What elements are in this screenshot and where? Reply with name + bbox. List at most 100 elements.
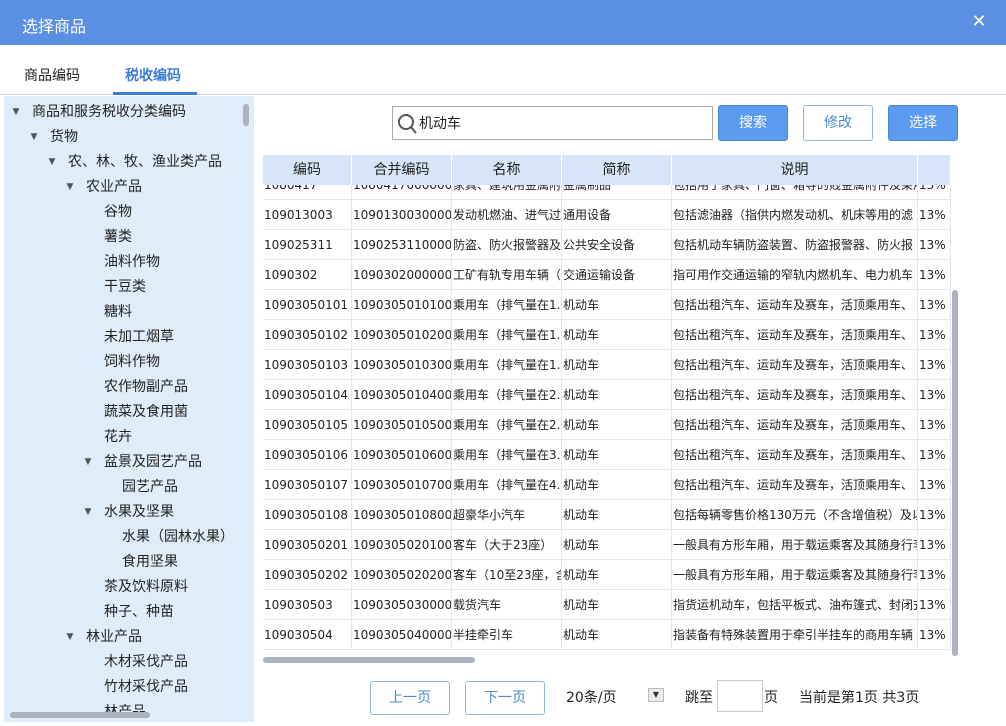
table-row[interactable]: 10903050202 10903050202000 客车（10至23座，含 机动车一…: [263, 560, 951, 590]
table-row[interactable]: 109030503 10903050300000 载货汽车 机动车 指货运机动车，包括平…: [263, 590, 951, 620]
next-page-button[interactable]: 下一页: [465, 681, 545, 715]
search-input[interactable]: [419, 111, 699, 135]
search-box: [392, 106, 713, 140]
table-row[interactable]: 10903050103 10903050103000 乘用车（排气量在1. 机动车 包括…: [263, 350, 951, 380]
chevron-down-icon[interactable]: ▼: [648, 688, 664, 702]
modify-button[interactable]: 修改: [803, 105, 873, 141]
table-row[interactable]: 10903050105 10903050105000 乘用车（排气量在2. 机动车 包括…: [263, 410, 951, 440]
cell-code: 1090302: [263, 260, 352, 290]
column-header-merged-code[interactable]: 合并编码: [352, 155, 452, 185]
cell-short-name: 通用设备: [562, 200, 672, 230]
cell-rate: 13%: [918, 290, 951, 320]
expand-arrow-icon[interactable]: ▼: [64, 625, 76, 650]
cell-name: 超豪华小汽车: [452, 500, 562, 530]
active-tab-indicator: [113, 92, 197, 95]
tree-item[interactable]: 林业产品: [86, 625, 142, 650]
tree-item[interactable]: 未加工烟草: [104, 325, 174, 350]
tree-item[interactable]: 园艺产品: [122, 475, 178, 500]
jump-suffix: 页: [764, 690, 778, 706]
tree-item[interactable]: 盆景及园艺产品: [104, 450, 202, 475]
cell-name: 乘用车（排气量在3.: [452, 440, 562, 470]
cell-code: 109025311: [263, 230, 352, 260]
cell-rate: 13%: [918, 260, 951, 290]
expand-arrow-icon[interactable]: ▼: [46, 150, 58, 175]
page-size-select[interactable]: 20条/页: [566, 687, 617, 707]
tree-item[interactable]: 谷物: [104, 200, 132, 225]
table-vertical-scrollbar[interactable]: [952, 290, 958, 656]
tree-vertical-scrollbar[interactable]: [243, 104, 249, 126]
tree-item[interactable]: 糖料: [104, 300, 132, 325]
table-row[interactable]: 1080417 10804170000000 家具、建筑用金属附 金属制品 包括用于家具…: [263, 185, 951, 200]
column-header-name[interactable]: 名称: [452, 155, 562, 185]
tree-item[interactable]: 蔬菜及食用菌: [104, 400, 188, 425]
tree-horizontal-scrollbar[interactable]: [10, 712, 150, 718]
table-row[interactable]: 10903050106 10903050106000 乘用车（排气量在3. 机动车 包括…: [263, 440, 951, 470]
prev-page-button[interactable]: 上一页: [370, 681, 450, 715]
table-horizontal-scrollbar[interactable]: [263, 657, 475, 663]
jump-page-input[interactable]: [717, 680, 763, 712]
tab-tax-code[interactable]: 税收编码: [125, 65, 181, 85]
tree-item[interactable]: 货物: [50, 125, 78, 150]
column-header-description[interactable]: 说明: [672, 155, 918, 185]
column-header-rate[interactable]: [918, 155, 951, 185]
tree-item[interactable]: 农、林、牧、渔业类产品: [68, 150, 222, 175]
tree-item[interactable]: 商品和服务税收分类编码: [32, 100, 186, 125]
cell-merged-code: 10901300300000: [352, 200, 452, 230]
table-row[interactable]: 1090302 10903020000000 工矿有轨专用车辆（ 交通运输设备 指可用作…: [263, 260, 951, 290]
cell-description: 包括出租汽车、运动车及赛车，活顶乘用车、: [672, 320, 918, 350]
table-row[interactable]: 109013003 10901300300000 发动机燃油、进气过 通用设备 包括滤油…: [263, 200, 951, 230]
cell-merged-code: 10903050108000: [352, 500, 452, 530]
cell-code: 10903050104: [263, 380, 352, 410]
tree-item[interactable]: 油料作物: [104, 250, 160, 275]
tree-item[interactable]: 食用坚果: [122, 550, 178, 575]
tree-item[interactable]: 饲料作物: [104, 350, 160, 375]
search-icon: [398, 114, 417, 134]
tree-item[interactable]: 水果（园林水果）: [122, 525, 234, 550]
cell-description: 包括机动车辆防盗装置、防盗报警器、防火报: [672, 230, 918, 260]
table-row[interactable]: 10903050107 10903050107000 乘用车（排气量在4. 机动车 包括…: [263, 470, 951, 500]
cell-short-name: 机动车: [562, 530, 672, 560]
cell-code: 10903050102: [263, 320, 352, 350]
cell-rate: 13%: [918, 200, 951, 230]
expand-arrow-icon[interactable]: ▼: [82, 450, 94, 475]
tree-item[interactable]: 水果及坚果: [104, 500, 174, 525]
column-header-short-name[interactable]: 简称: [562, 155, 672, 185]
tree-item[interactable]: 种子、种苗: [104, 600, 174, 625]
close-icon[interactable]: ✕: [966, 9, 992, 35]
tree-item[interactable]: 竹材采伐产品: [104, 675, 188, 700]
cell-description: 包括滤油器（指供内燃发动机、机床等用的滤: [672, 200, 918, 230]
expand-arrow-icon[interactable]: ▼: [64, 175, 76, 200]
expand-arrow-icon[interactable]: ▼: [82, 500, 94, 525]
tree-item[interactable]: 木材采伐产品: [104, 650, 188, 675]
cell-merged-code: 10903050300000: [352, 590, 452, 620]
tree-item[interactable]: 林产品: [104, 700, 146, 722]
window-title: 选择商品: [22, 17, 87, 36]
table-row[interactable]: 109030504 10903050400000 半挂牵引车 机动车 指装备有特殊装置用…: [263, 620, 951, 650]
expand-arrow-icon[interactable]: ▼: [28, 125, 40, 150]
cell-rate: 13%: [918, 530, 951, 560]
table-row[interactable]: 10903050101 10903050101000 乘用车（排气量在1. 机动车 包括…: [263, 290, 951, 320]
cell-code: 10903050101: [263, 290, 352, 320]
select-button[interactable]: 选择: [888, 105, 958, 141]
table-row[interactable]: 10903050102 10903050102000 乘用车（排气量在1. 机动车 包括…: [263, 320, 951, 350]
tree-item[interactable]: 干豆类: [104, 275, 146, 300]
cell-merged-code: 10903050103000: [352, 350, 452, 380]
column-header-code[interactable]: 编码: [263, 155, 352, 185]
tree-item[interactable]: 农作物副产品: [104, 375, 188, 400]
table-row[interactable]: 10903050201 10903050201000 客车（大于23座） 机动车 一般具…: [263, 530, 951, 560]
expand-arrow-icon[interactable]: ▼: [10, 100, 22, 125]
cell-short-name: 机动车: [562, 320, 672, 350]
cell-name: 载货汽车: [452, 590, 562, 620]
tree-item[interactable]: 薯类: [104, 225, 132, 250]
table-row[interactable]: 10903050104 10903050104000 乘用车（排气量在2. 机动车 包括…: [263, 380, 951, 410]
tab-product-code[interactable]: 商品编码: [24, 65, 80, 85]
tree-item[interactable]: 农业产品: [86, 175, 142, 200]
cell-merged-code: 10903050104000: [352, 380, 452, 410]
cell-short-name: 公共安全设备: [562, 230, 672, 260]
tree-item[interactable]: 花卉: [104, 425, 132, 450]
table-row[interactable]: 10903050108 10903050108000 超豪华小汽车 机动车 包括每辆零售…: [263, 500, 951, 530]
tree-item[interactable]: 茶及饮料原料: [104, 575, 188, 600]
table-row[interactable]: 109025311 10902531100000 防盗、防火报警器及 公共安全设备 包括…: [263, 230, 951, 260]
search-button[interactable]: 搜索: [718, 105, 788, 141]
cell-code: 10903050107: [263, 470, 352, 500]
